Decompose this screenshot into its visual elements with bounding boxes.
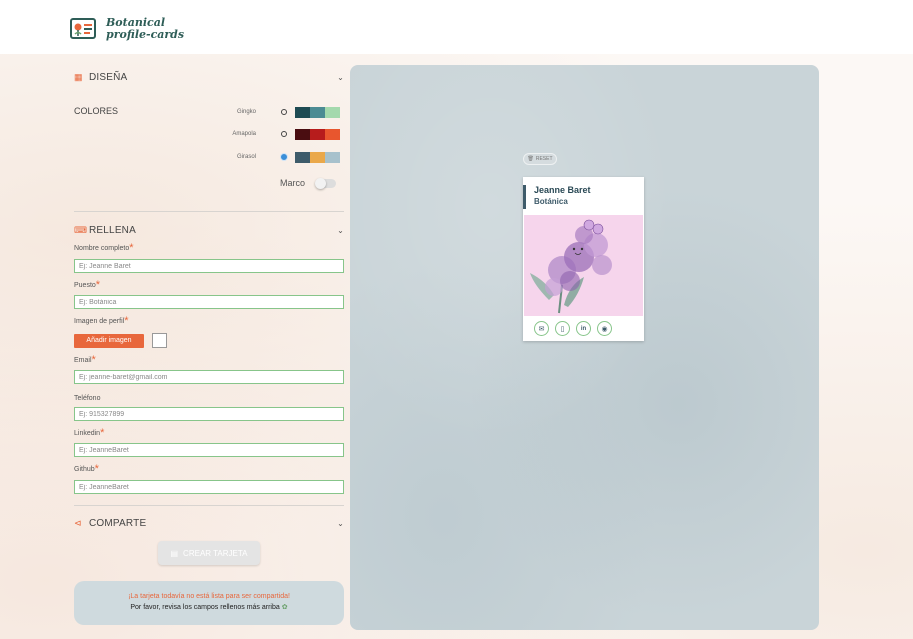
leaf-icon: ✿ [281, 604, 288, 611]
swatch [295, 106, 310, 118]
github-input[interactable] [74, 480, 344, 494]
required-mark: * [94, 463, 99, 475]
swatch [325, 128, 340, 140]
required-mark: * [91, 354, 96, 366]
swatch [310, 128, 325, 140]
create-card-button[interactable]: ▤ CREAR TARJETA [158, 541, 260, 565]
phone-icon[interactable]: ▯ [555, 321, 570, 336]
logo-line-2: profile-cards [106, 28, 185, 41]
header: Botanical profile-cards [0, 0, 913, 54]
image-preview-box [152, 333, 167, 348]
logo[interactable]: Botanical profile-cards [68, 14, 184, 44]
keyboard-icon: ⌨ [74, 225, 88, 235]
frame-switch[interactable] [315, 177, 337, 189]
card-name: Jeanne Baret [534, 185, 591, 195]
palette-icon: ▦ [74, 72, 83, 82]
card-photo [524, 215, 643, 316]
required-mark: * [95, 279, 101, 291]
create-card-label: CREAR TARJETA [183, 548, 248, 558]
palette-gingko[interactable]: Gingko [200, 106, 344, 118]
trash-icon: 🗑 [527, 156, 534, 162]
notice-hint-text: Por favor, revisa los campos rellenos má… [130, 604, 280, 611]
github-icon[interactable]: ◉ [597, 321, 612, 336]
github-label-text: Github [74, 466, 95, 473]
collapse-icon[interactable]: ⌄ [337, 226, 344, 235]
id-card-icon: ▤ [170, 548, 179, 558]
fill-section-header[interactable]: ⌨ RELLENA ⌄ [74, 222, 344, 238]
linkedin-input[interactable] [74, 443, 344, 457]
phone-label: Teléfono [74, 395, 101, 402]
swatch [325, 106, 340, 118]
share-icon: ⊲ [74, 518, 82, 528]
linkedin-label: Linkedin* [74, 427, 105, 439]
card-contact-icons: ✉ ▯ in ◉ [534, 321, 618, 336]
card-logo-icon [70, 18, 96, 39]
required-mark: * [129, 242, 134, 254]
palette-name: Amapola [232, 131, 256, 137]
palette-girasol[interactable]: Girasol [200, 151, 344, 163]
preview-area [350, 65, 819, 630]
email-input[interactable] [74, 370, 344, 384]
palette-name: Gingko [236, 109, 256, 115]
palette-swatches [295, 106, 340, 118]
colors-label: COLORES [74, 106, 119, 116]
logo-text: Botanical profile-cards [106, 17, 184, 41]
share-title: COMPARTE [89, 517, 147, 529]
name-label-text: Nombre completo [74, 245, 130, 252]
card-job: Botánica [534, 197, 568, 206]
divider [74, 505, 344, 506]
add-image-button[interactable]: Añadir imagen [74, 334, 144, 348]
notice-warning: ¡La tarjeta todavía no está lista para s… [128, 593, 290, 600]
job-input[interactable] [74, 295, 344, 309]
design-title: DISEÑA [89, 71, 128, 83]
design-section-header[interactable]: ▦ DISEÑA ⌄ [74, 69, 344, 85]
job-label: Puesto* [74, 279, 101, 291]
flower-illustration [530, 219, 612, 314]
required-mark: * [100, 427, 105, 439]
email-icon[interactable]: ✉ [534, 321, 549, 336]
divider [74, 211, 344, 212]
fill-title: RELLENA [89, 224, 136, 236]
reset-label: RESET [535, 156, 553, 162]
name-input[interactable] [74, 259, 344, 273]
job-label-text: Puesto [74, 282, 96, 289]
swatch [310, 151, 325, 163]
palette-swatches [295, 151, 340, 163]
palette-radio[interactable] [281, 109, 287, 115]
palette-amapola[interactable]: Amapola [200, 128, 344, 140]
required-mark: * [124, 315, 129, 327]
palette-swatches [295, 128, 340, 140]
phone-input[interactable] [74, 407, 344, 421]
email-label: Email* [74, 354, 96, 366]
swatch [295, 128, 310, 140]
share-notice: ¡La tarjeta todavía no está lista para s… [74, 581, 344, 625]
github-label: Github* [74, 463, 99, 475]
email-label-text: Email [74, 357, 92, 364]
swatch [295, 151, 310, 163]
image-label: Imagen de perfil* [74, 315, 129, 327]
name-label: Nombre completo* [74, 242, 134, 254]
frame-label: Marco [280, 178, 306, 188]
frame-toggle-row[interactable]: Marco [280, 177, 344, 189]
palette-radio[interactable] [281, 131, 287, 137]
card-header: Jeanne Baret Botánica [523, 185, 644, 209]
linkedin-icon[interactable]: in [576, 321, 591, 336]
share-section-header[interactable]: ⊲ COMPARTE ⌄ [74, 515, 344, 531]
palette-name: Girasol [236, 154, 256, 160]
swatch [325, 151, 340, 163]
profile-card: Jeanne Baret Botánica ✉ ▯ in ◉ [523, 177, 644, 341]
collapse-icon[interactable]: ⌄ [337, 73, 344, 82]
image-label-text: Imagen de perfil [74, 318, 125, 325]
swatch [310, 106, 325, 118]
notice-hint: Por favor, revisa los campos rellenos má… [74, 603, 344, 611]
collapse-icon[interactable]: ⌄ [337, 519, 344, 528]
palette-radio-selected[interactable] [281, 154, 287, 160]
reset-button[interactable]: 🗑 RESET [523, 153, 557, 165]
linkedin-label-text: Linkedin [74, 430, 101, 437]
